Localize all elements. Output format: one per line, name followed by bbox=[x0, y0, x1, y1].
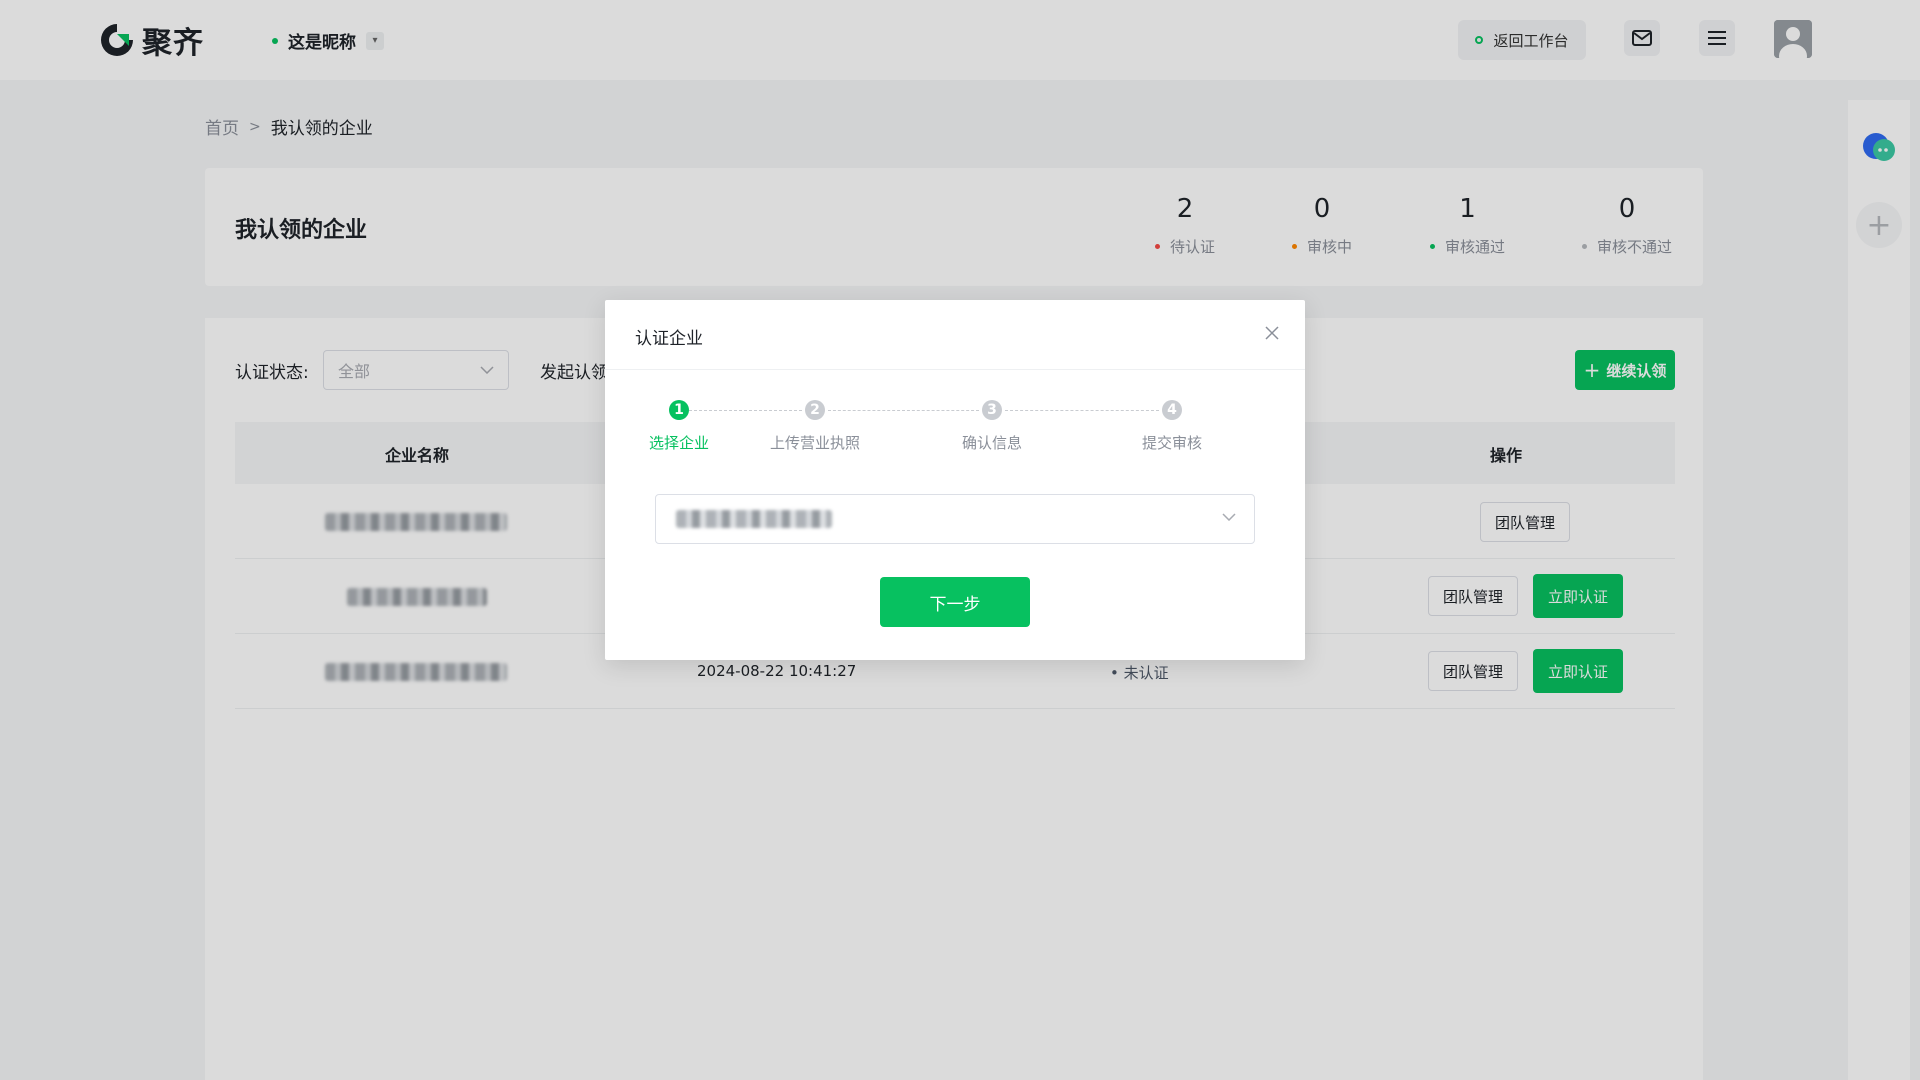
step-number: 2 bbox=[805, 400, 825, 420]
close-icon[interactable] bbox=[1261, 322, 1283, 344]
step-1: 1 选择企业 bbox=[649, 400, 709, 453]
step-label: 选择企业 bbox=[649, 434, 710, 452]
next-step-button[interactable]: 下一步 bbox=[880, 577, 1030, 627]
step-number: 4 bbox=[1162, 400, 1182, 420]
step-label: 确认信息 bbox=[962, 434, 1023, 452]
enterprise-select[interactable] bbox=[655, 494, 1255, 544]
step-indicator: 1 选择企业 2 上传营业执照 3 确认信息 4 提交审核 bbox=[605, 400, 1305, 460]
selected-enterprise-redacted bbox=[676, 510, 832, 528]
chevron-down-icon bbox=[1222, 513, 1236, 521]
step-2: 2 上传营业执照 bbox=[770, 400, 860, 453]
step-4: 4 提交审核 bbox=[1142, 400, 1202, 453]
step-3: 3 确认信息 bbox=[962, 400, 1022, 453]
step-number: 1 bbox=[669, 400, 689, 420]
step-number: 3 bbox=[982, 400, 1002, 420]
verify-enterprise-dialog: 认证企业 1 选择企业 2 上传营业执照 3 确认信息 4 提交审核 下一步 bbox=[605, 300, 1305, 660]
step-label: 提交审核 bbox=[1142, 434, 1203, 452]
dialog-header: 认证企业 bbox=[605, 300, 1305, 370]
step-label: 上传营业执照 bbox=[770, 434, 861, 452]
step-connector bbox=[1005, 410, 1159, 411]
dialog-title: 认证企业 bbox=[635, 329, 703, 349]
